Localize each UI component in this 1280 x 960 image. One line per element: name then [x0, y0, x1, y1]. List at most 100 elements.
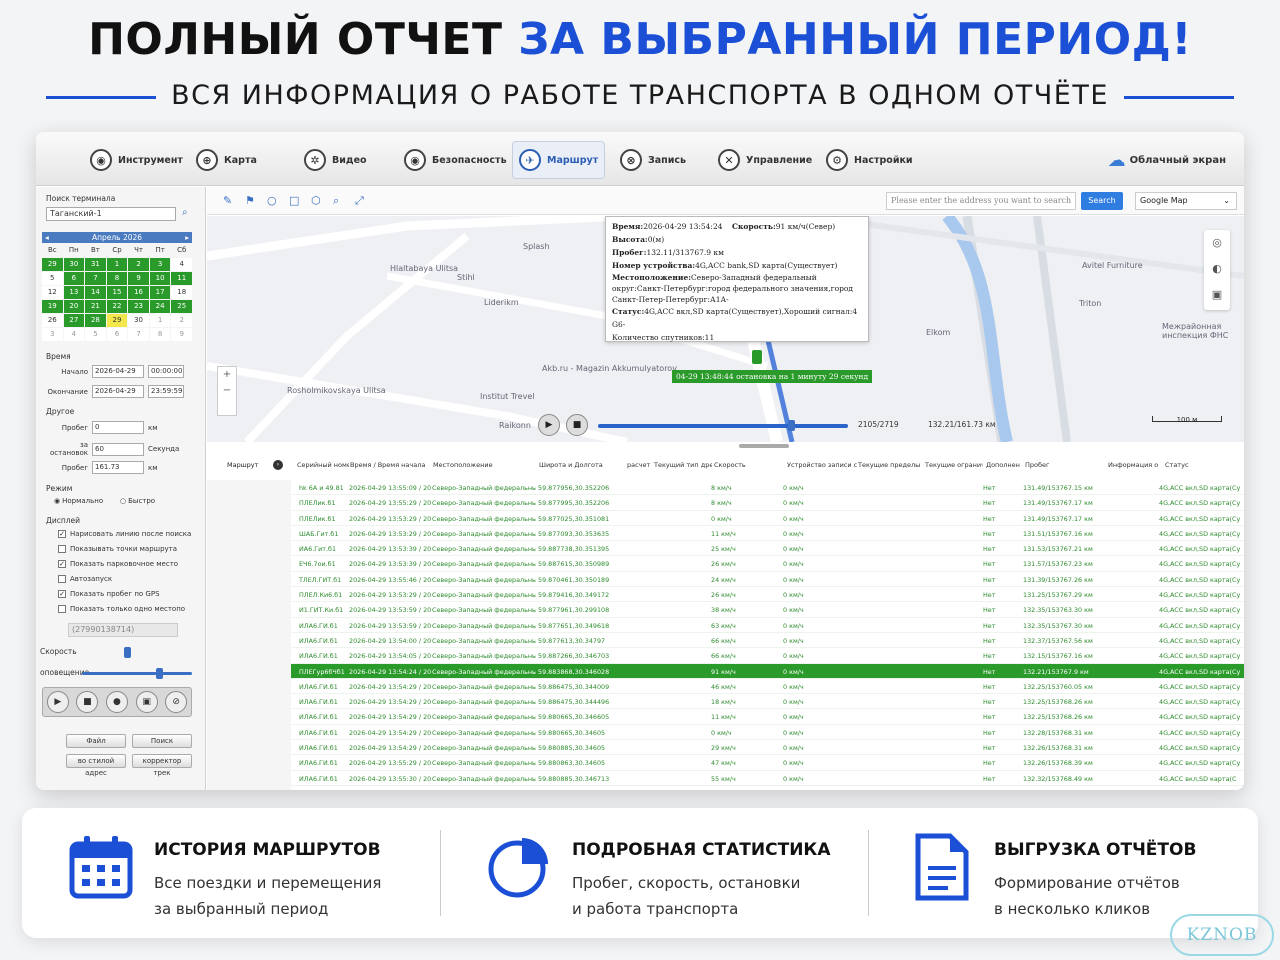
checkbox-checked-icon[interactable]: ✓: [58, 560, 66, 568]
calendar-day[interactable]: 6: [63, 272, 85, 285]
column-header[interactable]: Текущие огранич: [925, 461, 983, 469]
table-row[interactable]: ИЛА6.ГИ.б1 2026-04-29 13:54:05 / 20 Северо…: [291, 648, 1244, 664]
calendar-day[interactable]: 18: [171, 286, 192, 299]
table-row[interactable]: ИЛА6.ГИ.б1 2026-04-29 13:54:29 / 20 Северо…: [291, 740, 1244, 756]
table-row[interactable]: ТЛЕЛ.ГИТ.б1 2026-04-29 13:55:46 / 20 Север…: [291, 572, 1244, 588]
calendar-day[interactable]: 20: [63, 300, 85, 313]
vehicle-marker-icon[interactable]: [752, 350, 762, 364]
display-checkbox[interactable]: ✓ Показать парковочное место: [58, 560, 178, 568]
nav-security[interactable]: ◉ Безопасность: [404, 141, 507, 179]
stop-icon[interactable]: ■: [76, 691, 99, 713]
display-checkbox[interactable]: ✓ Показать пробег по GPS: [58, 590, 160, 598]
column-header[interactable]: Дополнен: [986, 461, 1024, 469]
calendar-day[interactable]: 8: [106, 272, 128, 285]
layers-icon[interactable]: ◎: [1204, 230, 1230, 256]
table-row[interactable]: ЕЧ6.7ои.б1 2026-04-29 13:53:39 / 20 Северо…: [291, 556, 1244, 572]
nav-map[interactable]: ⊕ Карта: [196, 141, 257, 179]
calendar-day[interactable]: 10: [149, 272, 171, 285]
search-area-icon[interactable]: ⌕: [333, 194, 339, 208]
address-button[interactable]: во стилой адрес: [66, 754, 126, 777]
nav-manage[interactable]: ✕ Управление: [718, 141, 812, 179]
calendar-day[interactable]: 25: [171, 300, 192, 313]
calendar-day[interactable]: 19: [42, 300, 63, 313]
nav-route[interactable]: ✈ Маршрут: [512, 141, 606, 179]
table-row[interactable]: И1.ГИТ.Ки.б1 2026-04-29 13:53:59 / 20 Севе…: [291, 602, 1244, 618]
column-header[interactable]: Скорость: [714, 461, 784, 469]
address-search-button[interactable]: Search: [1081, 192, 1123, 210]
address-search-input[interactable]: Please enter the address you want to sea…: [886, 192, 1076, 210]
table-row[interactable]: ИЛА6.ГИ.б1 2026-04-29 13:54:29 / 20 Северо…: [291, 679, 1244, 695]
map-area[interactable]: Splash Stihl Liderikm Akb.ru - Magazin Akku…: [207, 216, 1244, 442]
table-row[interactable]: ПЛЕЛик.б1 2026-04-29 13:53:29 / 20 Северо-…: [291, 511, 1244, 526]
mode-normal-radio[interactable]: ◉ Нормально: [54, 497, 103, 505]
terminal-select[interactable]: Таганский-1: [46, 207, 176, 221]
calendar-day[interactable]: 1: [106, 258, 128, 271]
column-header[interactable]: Текущие пределы: [858, 461, 923, 469]
record-btn-icon[interactable]: ●: [105, 691, 128, 713]
calendar-day[interactable]: 28: [85, 314, 106, 327]
column-header[interactable]: Время / Время начала: [350, 461, 432, 469]
delete-icon[interactable]: ⊘: [165, 691, 188, 713]
calendar-day[interactable]: 4: [63, 328, 85, 341]
speed-slider-knob[interactable]: [124, 647, 131, 658]
calendar-day[interactable]: 22: [106, 300, 128, 313]
calendar-day[interactable]: 27: [63, 314, 85, 327]
calendar-day[interactable]: 26: [42, 314, 63, 327]
mileage2-input[interactable]: 161.73: [92, 461, 144, 474]
checkbox-checked-icon[interactable]: ✓: [58, 590, 66, 598]
mode-fast-radio[interactable]: ○ Быстро: [120, 497, 155, 505]
calendar-day[interactable]: 31: [85, 258, 106, 271]
pencil-icon[interactable]: ✎: [223, 194, 232, 207]
calendar-day[interactable]: 13: [63, 286, 85, 299]
prev-month-icon[interactable]: ◂: [45, 232, 49, 243]
table-row[interactable]: ИЛА6.ГИ.б1 2026-04-29 13:53:59 / 20 Северо…: [291, 618, 1244, 633]
fullscreen-icon[interactable]: ⤢: [355, 194, 364, 208]
rectangle-icon[interactable]: □: [289, 194, 299, 207]
stop-flag[interactable]: 04-29 13:48:44 остановка на 1 минуту 29 …: [672, 370, 873, 383]
table-row[interactable]: ИА6.Гит.б1 2026-04-29 13:53:39 / 20 Северо…: [291, 541, 1244, 557]
table-row[interactable]: ИЛА6.ГИ.б1 2026-04-29 13:54:29 / 20 Северо…: [291, 709, 1244, 725]
calendar-day[interactable]: 9: [171, 328, 192, 341]
end-time-input[interactable]: 23:59:59: [148, 385, 184, 398]
map-type-select[interactable]: Google Map ⌄: [1135, 192, 1237, 210]
splitter-handle[interactable]: [739, 444, 789, 448]
table-row[interactable]: ИЛА6.ГИ.б1 2026-04-29 13:54:29 / 20 Северо…: [291, 694, 1244, 710]
column-header[interactable]: Пробег: [1025, 461, 1107, 469]
calendar-day[interactable]: 2: [128, 258, 149, 271]
table-row[interactable]: ПЛЕЛ.Ки6.б1 2026-04-29 13:53:29 / 20 Север…: [291, 587, 1244, 603]
calendar-day[interactable]: 11: [171, 272, 192, 285]
calendar-day[interactable]: 1: [149, 314, 171, 327]
progress-knob[interactable]: [788, 420, 795, 431]
flag-icon[interactable]: ⚑: [245, 194, 255, 207]
start-date-input[interactable]: 2026-04-29: [92, 365, 144, 378]
table-row[interactable]: ИЛА6.ГИ.б1 2026-04-29 13:55:30 / 20 Северо…: [291, 771, 1244, 786]
export-icon[interactable]: ▣: [135, 691, 158, 713]
zoom-control[interactable]: + −: [217, 366, 237, 416]
calendar-day[interactable]: 14: [85, 286, 106, 299]
table-row[interactable]: ИЛА6.ГИ.б1 2026-04-29 13:54:29 / 20 Северо…: [291, 725, 1244, 741]
calendar-day[interactable]: 3: [149, 258, 171, 271]
notify-slider[interactable]: [82, 672, 192, 675]
cloud-screen-button[interactable]: ☁ Облачный экран: [1108, 150, 1226, 171]
compass-icon[interactable]: ◐: [1204, 256, 1230, 282]
cube-icon[interactable]: ▣: [1204, 282, 1230, 308]
mileage-input[interactable]: 0: [92, 421, 144, 434]
column-header[interactable]: Информация о: [1108, 461, 1162, 469]
route-toggle-icon[interactable]: ›: [273, 460, 283, 470]
nav-record[interactable]: ⊗ Запись: [620, 141, 686, 179]
progress-track[interactable]: [598, 424, 848, 428]
calendar-day[interactable]: 3: [42, 328, 63, 341]
calendar-day[interactable]: 30: [128, 314, 149, 327]
nav-video[interactable]: ✲ Видео: [304, 141, 367, 179]
calendar-day[interactable]: 2: [171, 314, 192, 327]
stops-input[interactable]: 60: [92, 442, 144, 456]
calendar-day[interactable]: 29: [106, 314, 128, 327]
column-header[interactable]: Устройство записи с: [787, 461, 857, 469]
calendar-day[interactable]: 6: [106, 328, 128, 341]
map-stop-icon[interactable]: ■: [566, 414, 588, 436]
column-header[interactable]: Широта и Долгота: [539, 461, 625, 469]
map-side-tools[interactable]: ◎ ◐ ▣: [1204, 230, 1230, 310]
circle-icon[interactable]: ○: [267, 194, 277, 207]
notify-slider-knob[interactable]: [156, 668, 163, 679]
calendar-day[interactable]: 29: [42, 258, 63, 271]
